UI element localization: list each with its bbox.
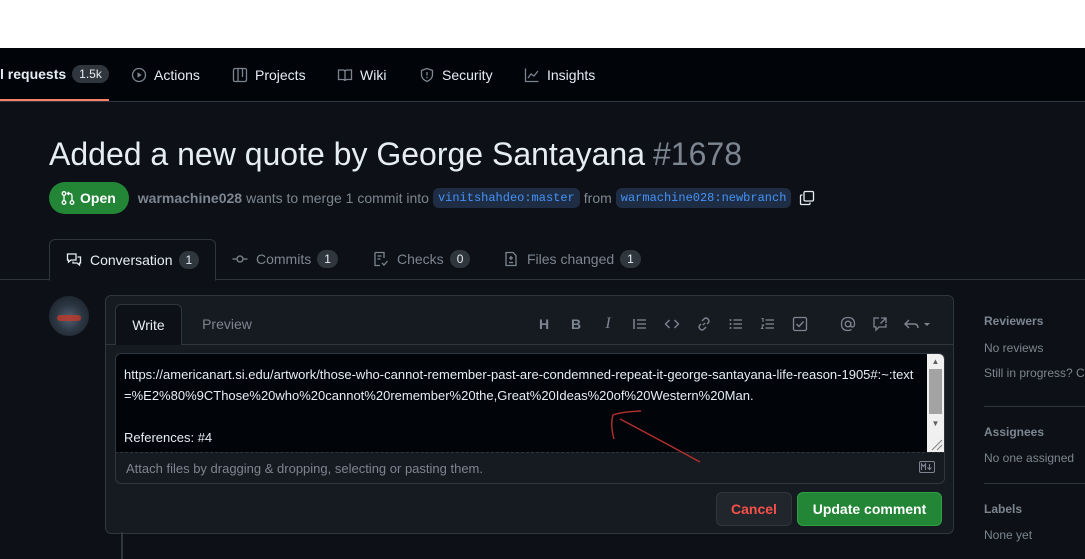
nav-security-label: Security	[442, 66, 493, 83]
from-text: from	[583, 190, 612, 206]
graph-icon	[524, 68, 539, 82]
shield-icon	[420, 67, 434, 82]
editor-header: Write Preview H B I	[106, 296, 953, 345]
comment-discussion-icon	[66, 253, 82, 267]
quote-icon[interactable]	[631, 315, 649, 333]
attach-files-text: Attach files by dragging & dropping, sel…	[126, 460, 483, 476]
mention-icon[interactable]	[839, 315, 857, 333]
merge-text: wants to merge 1 commit into	[246, 190, 429, 206]
bold-icon[interactable]: B	[567, 315, 585, 333]
book-icon	[337, 68, 353, 81]
copy-icon[interactable]	[799, 190, 815, 206]
nav-pull-requests-label: l requests	[0, 65, 67, 82]
pr-state-badge: Open	[49, 182, 129, 214]
play-icon	[131, 67, 147, 82]
nav-insights[interactable]: Insights	[524, 48, 595, 101]
cancel-button[interactable]: Cancel	[716, 492, 792, 526]
nav-pull-requests[interactable]: l requests 1.5k	[0, 48, 109, 101]
comment-body: https://americanart.si.edu/artwork/those…	[124, 364, 914, 448]
tab-commits-count: 1	[317, 250, 338, 268]
nav-wiki[interactable]: Wiki	[337, 48, 386, 101]
tab-write[interactable]: Write	[115, 304, 182, 345]
comment-editor: Write Preview H B I https://americanart.…	[105, 295, 954, 534]
sidebar-divider	[984, 406, 1085, 407]
sidebar-divider	[984, 483, 1085, 484]
code-icon[interactable]	[663, 315, 681, 333]
link-icon[interactable]	[695, 315, 713, 333]
ordered-list-icon[interactable]	[759, 315, 777, 333]
pr-meta: Open warmachine028 wants to merge 1 comm…	[49, 182, 815, 214]
repo-nav: l requests 1.5k Actions Projects Wiki Se…	[0, 48, 1085, 102]
labels-heading[interactable]: Labels	[984, 502, 1032, 516]
base-branch[interactable]: vinitshahdeo:master	[432, 188, 580, 208]
reply-icon[interactable]	[903, 315, 933, 333]
pr-number: #1678	[653, 136, 742, 172]
nav-actions-label: Actions	[154, 66, 200, 83]
table-icon	[232, 67, 248, 82]
tab-conversation-count: 1	[178, 251, 200, 269]
nav-projects-label: Projects	[255, 66, 306, 83]
scroll-down-arrow-icon[interactable]: ▼	[927, 416, 944, 430]
comment-body-line2: References: #4	[124, 430, 213, 445]
file-diff-icon	[505, 251, 517, 267]
nav-actions[interactable]: Actions	[131, 48, 200, 101]
assignees-heading[interactable]: Assignees	[984, 425, 1074, 439]
avatar[interactable]	[49, 296, 89, 336]
sidebar-labels: Labels None yet	[984, 502, 1032, 542]
tab-checks-count: 0	[449, 250, 471, 268]
scroll-thumb[interactable]	[929, 369, 942, 414]
attach-files-bar[interactable]: Attach files by dragging & dropping, sel…	[115, 452, 945, 484]
tab-files-changed[interactable]: Files changed 1	[503, 239, 641, 279]
page-title: Added a new quote by George Santayana #16…	[49, 136, 742, 173]
browser-top-area	[0, 0, 1085, 48]
head-branch[interactable]: warmachine028:newbranch	[615, 188, 792, 208]
checklist-icon	[374, 251, 388, 267]
nav-wiki-label: Wiki	[360, 66, 387, 83]
annotation-arrow	[611, 410, 701, 463]
markdown-icon[interactable]	[919, 461, 935, 473]
unordered-list-icon[interactable]	[727, 315, 745, 333]
tab-conversation[interactable]: Conversation 1	[49, 239, 217, 281]
reviewers-progress: Still in progress? Co	[984, 366, 1085, 380]
reviewers-value: No reviews	[984, 341, 1044, 355]
tab-commits-label: Commits	[256, 251, 312, 267]
git-commit-icon	[232, 255, 248, 263]
pr-tabs: Conversation 1 Commits 1 Checks 0 Files …	[0, 239, 1085, 281]
textarea-scrollbar[interactable]: ▲ ▼	[927, 354, 944, 452]
tab-files-changed-count: 1	[620, 250, 641, 268]
tab-preview[interactable]: Preview	[192, 304, 262, 344]
tab-commits[interactable]: Commits 1	[232, 239, 338, 279]
update-comment-button[interactable]: Update comment	[797, 492, 942, 526]
pr-title: Added a new quote by George Santayana	[49, 136, 645, 172]
tab-checks-label: Checks	[397, 251, 444, 267]
git-pull-request-icon	[61, 191, 75, 205]
comment-textarea[interactable]: https://americanart.si.edu/artwork/those…	[115, 353, 945, 453]
nav-security[interactable]: Security	[419, 48, 493, 101]
resize-handle[interactable]	[927, 432, 944, 452]
pr-author[interactable]: warmachine028	[138, 190, 242, 206]
pull-requests-count: 1.5k	[72, 64, 109, 83]
tasklist-icon[interactable]	[791, 315, 809, 333]
italic-icon[interactable]: I	[599, 315, 617, 333]
heading-icon[interactable]: H	[535, 315, 553, 333]
tab-checks[interactable]: Checks 0	[373, 239, 471, 279]
nav-insights-label: Insights	[547, 66, 596, 83]
assignees-value: No one assigned	[984, 451, 1075, 465]
nav-projects[interactable]: Projects	[232, 48, 306, 101]
tab-files-changed-label: Files changed	[527, 251, 615, 267]
comment-body-line1: https://americanart.si.edu/artwork/those…	[124, 367, 914, 403]
labels-value: None yet	[984, 528, 1033, 542]
reviewers-heading[interactable]: Reviewers	[984, 314, 1085, 328]
scroll-up-arrow-icon[interactable]: ▲	[927, 354, 944, 368]
pr-state-label: Open	[80, 190, 116, 206]
timeline-line	[121, 532, 123, 559]
cross-reference-icon[interactable]	[871, 315, 889, 333]
sidebar-assignees: Assignees No one assigned	[984, 425, 1074, 465]
sidebar-reviewers: Reviewers No reviews Still in progress? …	[984, 314, 1085, 380]
tab-conversation-label: Conversation	[90, 252, 173, 268]
